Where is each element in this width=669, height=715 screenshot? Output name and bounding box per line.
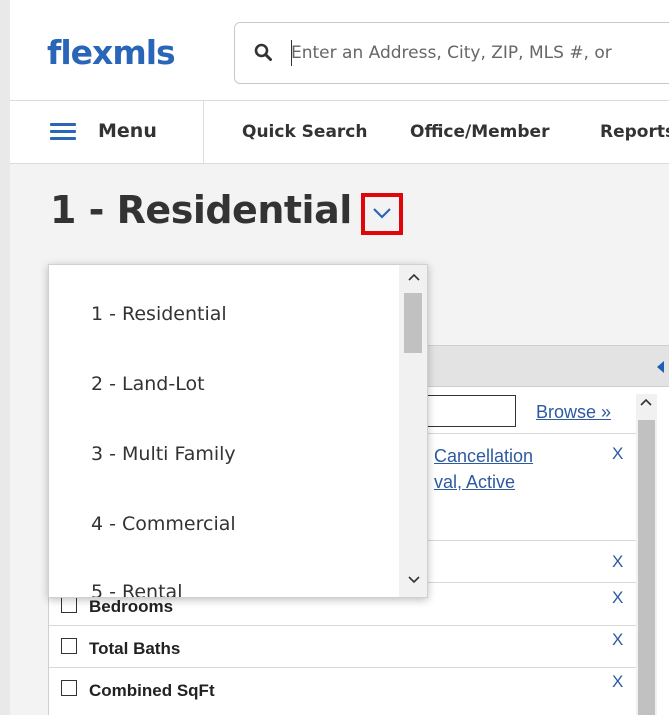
remove-total-baths-button[interactable]: X (612, 630, 623, 650)
menu-button[interactable]: Menu (10, 101, 204, 163)
field-row-combined-sqft: Combined SqFt X (49, 667, 636, 710)
checkbox-bedrooms[interactable] (61, 597, 77, 613)
scroll-up-icon[interactable] (640, 398, 652, 406)
field-label-combined-sqft: Combined SqFt (89, 681, 215, 700)
scroll-up-icon[interactable] (408, 273, 420, 281)
dropdown-option-rental[interactable]: 5 - Rental (91, 581, 182, 597)
remove-bedrooms-button[interactable]: X (612, 588, 623, 608)
status-link-line1[interactable]: Cancellation (434, 446, 533, 467)
dropdown-option-commercial[interactable]: 4 - Commercial (91, 513, 236, 535)
search-input[interactable] (291, 37, 669, 69)
panel-scroll-thumb[interactable] (638, 420, 655, 715)
field-row-total-baths: Total Baths X (49, 625, 636, 668)
collapse-left-icon[interactable] (657, 361, 664, 373)
dropdown-scrollbar[interactable] (399, 265, 427, 597)
nav-quick-search[interactable]: Quick Search (242, 122, 368, 142)
panel-scrollbar[interactable] (636, 394, 657, 715)
field-search-input[interactable] (420, 395, 516, 427)
chevron-down-icon (373, 208, 391, 219)
dropdown-scroll-thumb[interactable] (404, 293, 422, 353)
nav-bar: Menu Quick Search Office/Member Reports (10, 101, 669, 164)
field-label-total-baths: Total Baths (89, 639, 181, 658)
property-type-dropdown-button[interactable] (361, 193, 403, 235)
scroll-down-icon[interactable] (408, 576, 420, 584)
app-frame: flexmls Menu Quick Search Office/Member … (10, 0, 669, 715)
flexmls-logo[interactable]: flexmls (47, 33, 176, 72)
dropdown-option-residential[interactable]: 1 - Residential (91, 303, 227, 325)
search-box[interactable] (234, 22, 669, 84)
field-label-bedrooms: Bedrooms (89, 597, 174, 616)
property-type-dropdown-list: 1 - Residential 2 - Land-Lot 3 - Multi F… (48, 264, 428, 598)
hamburger-menu-icon (50, 123, 76, 141)
nav-reports[interactable]: Reports (600, 122, 669, 142)
page-title-wrap: 1 - Residential (50, 188, 352, 232)
nav-office-member[interactable]: Office/Member (410, 122, 549, 142)
remove-row-button[interactable]: X (612, 552, 623, 572)
remove-combined-sqft-button[interactable]: X (612, 672, 623, 692)
status-link-line2[interactable]: val, Active (434, 472, 515, 493)
menu-label: Menu (98, 120, 157, 142)
dropdown-option-multi-family[interactable]: 3 - Multi Family (91, 443, 236, 465)
page-title: 1 - Residential (50, 188, 352, 232)
checkbox-combined-sqft[interactable] (61, 680, 77, 696)
search-icon (254, 43, 272, 61)
header: flexmls (10, 0, 669, 101)
browse-link[interactable]: Browse » (536, 402, 611, 423)
remove-status-button[interactable]: X (612, 444, 623, 464)
checkbox-total-baths[interactable] (61, 638, 77, 654)
dropdown-option-land-lot[interactable]: 2 - Land-Lot (91, 373, 205, 395)
